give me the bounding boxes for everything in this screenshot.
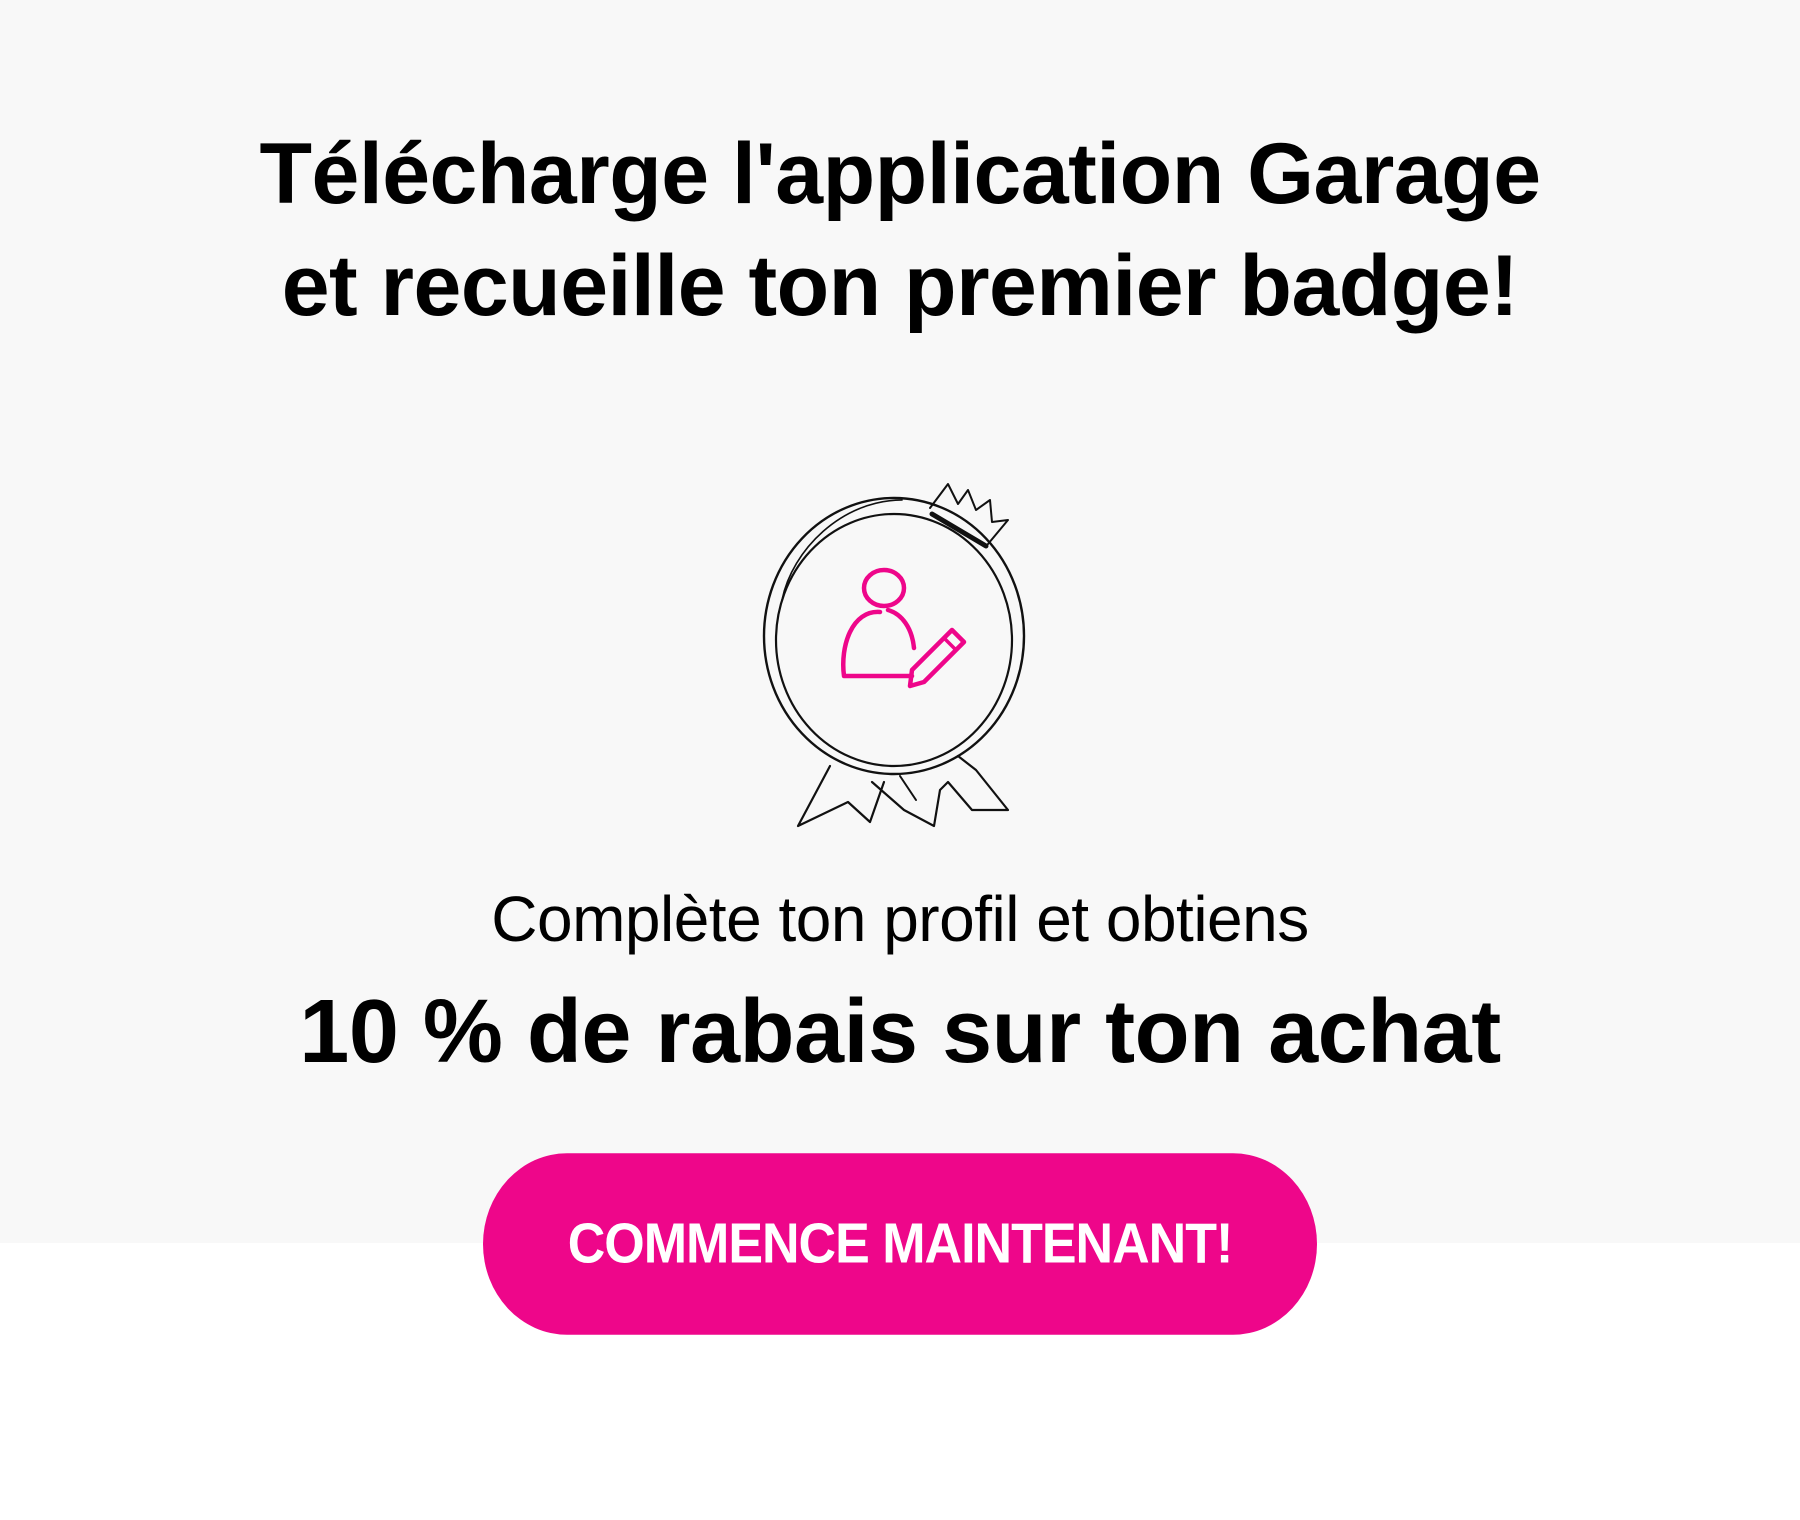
promo-subtext: Complète ton profil et obtiens <box>491 883 1309 955</box>
headline-line-2: et recueille ton premier badge! <box>281 238 1519 334</box>
promo-offer: 10 % de rabais sur ton achat <box>299 982 1501 1082</box>
headline: Télécharge l'application Garage et recue… <box>0 118 1800 342</box>
profile-badge-icon <box>762 483 1026 828</box>
headline-line-1: Télécharge l'application Garage <box>259 126 1541 222</box>
page: Télécharge l'application Garage et recue… <box>0 0 1800 1520</box>
start-now-button[interactable]: COMMENCE MAINTENANT! <box>483 1153 1317 1335</box>
